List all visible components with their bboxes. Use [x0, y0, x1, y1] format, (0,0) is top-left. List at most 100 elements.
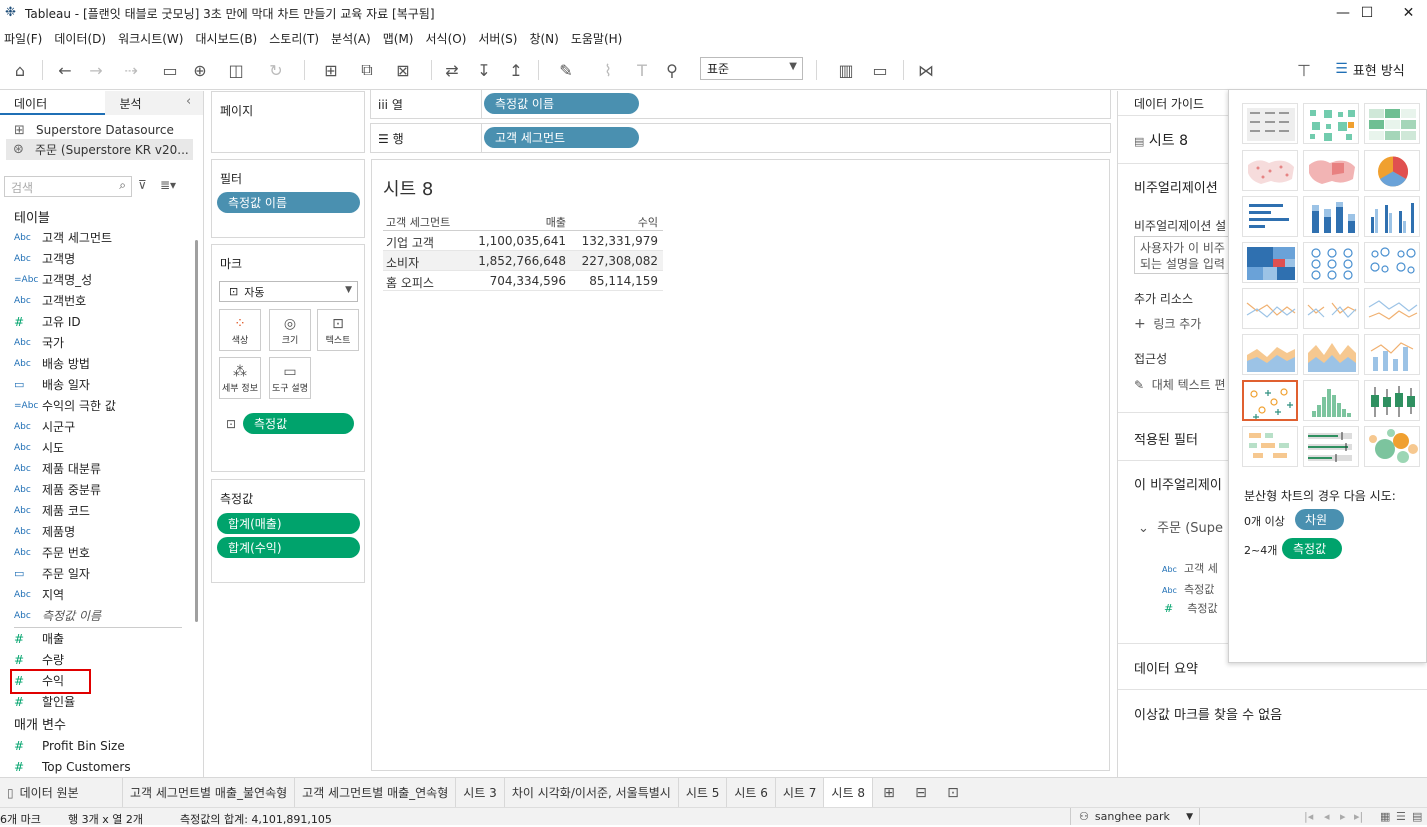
dimension-item[interactable]: Abc 제품 대분류 [14, 458, 184, 479]
menu-server[interactable]: 서버(S) [474, 30, 525, 47]
datasource-item[interactable]: ⊞ Superstore Datasource [14, 121, 174, 139]
columns-shelf[interactable]: iii 열 측정값 이름 [370, 89, 1111, 119]
chart-gantt[interactable] [1242, 426, 1298, 467]
search-input[interactable]: 검색 ⌕ [4, 176, 132, 197]
chart-filled-map[interactable] [1303, 150, 1359, 191]
data-guide-tab[interactable]: 데이터 가이드 [1134, 95, 1204, 112]
last-page-icon[interactable]: ▸| [1354, 810, 1363, 823]
header-cell[interactable]: 고객 세그먼트 [386, 214, 450, 230]
field-item[interactable]: Abc 측정값 [1162, 581, 1214, 597]
chart-horizontal-bars[interactable] [1242, 196, 1298, 237]
chart-side-by-side-bars[interactable] [1364, 196, 1420, 237]
chart-dual-lines[interactable] [1364, 288, 1420, 329]
filters-card[interactable]: 필터 측정값 이름 [211, 159, 365, 238]
color-button[interactable]: ⁘ 색상 [219, 309, 261, 351]
dimension-item[interactable]: Abc 시도 [14, 437, 184, 458]
measure-item[interactable]: # 수량 [14, 649, 184, 670]
chart-treemap[interactable] [1242, 242, 1298, 283]
save-icon[interactable]: ▭ [158, 58, 182, 82]
datasource-node[interactable]: ⌄ 주문 (Supe [1138, 517, 1223, 536]
pages-card[interactable]: 페이지 [211, 91, 365, 153]
tooltip-button[interactable]: ▭ 도구 설명 [269, 357, 311, 399]
maximize-button[interactable]: ☐ [1344, 0, 1390, 26]
tab-datasource[interactable]: ▯ 데이터 원본 [0, 778, 123, 807]
dimension-item[interactable]: ▭ 주문 일자 [14, 563, 184, 584]
dimension-item[interactable]: Abc 고객 세그먼트 [14, 227, 184, 248]
menu-story[interactable]: 스토리(T) [265, 30, 327, 47]
view-options-icon[interactable]: ≣▾ [160, 178, 176, 192]
measure-value-pill[interactable]: 합계(매출) [217, 513, 360, 534]
group-members-icon[interactable]: ⌇ [590, 58, 626, 82]
menu-window[interactable]: 창(N) [525, 30, 566, 47]
sort-ascending-icon[interactable]: ↧ [472, 58, 496, 82]
add-link-button[interactable]: + 링크 추가 [1134, 315, 1201, 332]
alt-text-button[interactable]: ✎ 대체 텍스트 편 [1134, 376, 1226, 393]
menu-dashboard[interactable]: 대시보드(B) [191, 30, 265, 47]
collapse-icon[interactable]: ‹ [186, 94, 191, 109]
sort-descending-icon[interactable]: ↥ [504, 58, 528, 82]
param-item[interactable]: # Profit Bin Size [14, 735, 184, 756]
refresh-icon[interactable]: ↻ [258, 58, 294, 82]
close-button[interactable]: ✕ [1390, 0, 1427, 26]
chart-heat-map[interactable] [1303, 103, 1359, 144]
replace-datasource-icon[interactable]: ⇢ [115, 58, 147, 82]
mark-type-select[interactable]: ⊡ 자동 ▼ [219, 281, 358, 302]
chart-bullet[interactable] [1303, 426, 1359, 467]
dimension-item[interactable]: Abc 고객번호 [14, 290, 184, 311]
new-datasource-icon[interactable]: ⊕ [188, 58, 212, 82]
dimension-item[interactable]: # 고유 ID [14, 311, 184, 332]
menu-analysis[interactable]: 분석(A) [327, 30, 379, 47]
label-button[interactable]: ⊡ 텍스트 [317, 309, 359, 351]
duplicate-sheet-icon[interactable]: ⧉ [355, 58, 379, 82]
chart-discrete-lines[interactable] [1303, 288, 1359, 329]
share-icon[interactable]: ⋈ [914, 58, 938, 82]
clear-sheet-icon[interactable]: ⊠ [385, 58, 421, 82]
dimension-item[interactable]: Abc 제품 코드 [14, 500, 184, 521]
param-item[interactable]: # Top Customers [14, 756, 184, 777]
new-story-icon[interactable]: ⊡ [937, 778, 969, 807]
view-canvas[interactable]: 시트 8 고객 세그먼트 매출 수익 기업 고객 1,100,035,641 1… [371, 159, 1110, 771]
menu-worksheet[interactable]: 워크시트(W) [114, 30, 191, 47]
dimension-item[interactable]: Abc 제품명 [14, 521, 184, 542]
chart-continuous-lines[interactable] [1242, 288, 1298, 329]
dimension-item[interactable]: =Abc 고객명_성 [14, 269, 184, 290]
measure-item[interactable]: # 매출 [14, 628, 184, 649]
home-icon[interactable]: ⌂ [8, 58, 32, 82]
dimension-item[interactable]: Abc 시군구 [14, 416, 184, 437]
prev-page-icon[interactable]: ◂ [1324, 810, 1330, 823]
measure-value-pill[interactable]: 합계(수익) [217, 537, 360, 558]
next-page-icon[interactable]: ▸ [1340, 810, 1346, 823]
dimension-item[interactable]: Abc 제품 중분류 [14, 479, 184, 500]
grid-view-icon[interactable]: ▦ [1380, 810, 1390, 823]
tab-sheet[interactable]: 차이 시각화/이서준, 서울특별시 [505, 778, 679, 807]
user-menu[interactable]: ⚇ sanghee park ▼ [1070, 808, 1200, 825]
pin-icon[interactable]: ⊤ [1292, 58, 1316, 82]
filter-icon[interactable]: ⊽ [138, 178, 147, 192]
menu-map[interactable]: 맵(M) [379, 30, 422, 47]
chart-scatter-plot[interactable] [1242, 380, 1298, 421]
datasource-item-selected[interactable]: ⊛ 주문 (Superstore KR v20... [6, 139, 193, 160]
tab-data[interactable]: 데이터 [0, 91, 106, 115]
swap-rows-columns-icon[interactable]: ⇄ [440, 58, 464, 82]
chart-dual-combination[interactable] [1364, 334, 1420, 375]
chart-histogram[interactable] [1303, 380, 1359, 421]
new-dashboard-icon[interactable]: ⊟ [905, 778, 937, 807]
show-mark-labels-icon[interactable]: T [630, 58, 654, 82]
tab-sheet[interactable]: 고객 세그먼트별 매출_연속형 [295, 778, 457, 807]
size-button[interactable]: ◎ 크기 [269, 309, 311, 351]
menu-format[interactable]: 서식(O) [422, 30, 475, 47]
show-cards-icon[interactable]: ▥ [828, 58, 864, 82]
presentation-mode-icon[interactable]: ▭ [868, 58, 892, 82]
table-row[interactable]: 기업 고객 1,100,035,641 132,331,979 [383, 231, 663, 251]
columns-pill[interactable]: 측정값 이름 [484, 93, 639, 114]
undo-icon[interactable]: ← [53, 58, 77, 82]
dimension-item[interactable]: Abc 국가 [14, 332, 184, 353]
field-item[interactable]: # 측정값 [1164, 600, 1218, 616]
pause-updates-icon[interactable]: ◫ [220, 58, 252, 82]
chart-area-continuous[interactable] [1242, 334, 1298, 375]
filter-pill[interactable]: 측정값 이름 [217, 192, 360, 213]
dimension-item[interactable]: Abc 지역 [14, 584, 184, 605]
dimension-item[interactable]: =Abc 수익의 극한 값 [14, 395, 184, 416]
rows-pill[interactable]: 고객 세그먼트 [484, 127, 639, 148]
header-cell[interactable]: 수익 [638, 214, 658, 230]
